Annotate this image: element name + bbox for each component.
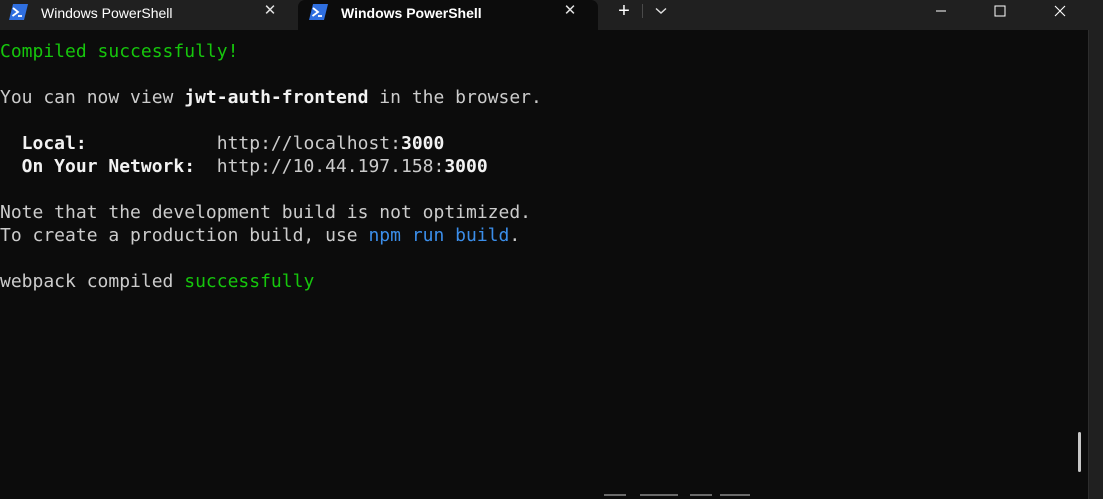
chevron-down-icon[interactable] (650, 2, 672, 20)
network-port: 3000 (444, 156, 488, 177)
webpack-status: successfully (184, 271, 315, 292)
network-url[interactable]: http://10.44.197.158: (217, 156, 445, 177)
text: webpack compiled (0, 271, 185, 292)
close-tab-icon[interactable]: ✕ (262, 2, 278, 20)
taskbar-edge (600, 492, 760, 499)
powershell-icon (309, 4, 328, 20)
dev-build-note: Note that the development build is not o… (0, 202, 532, 223)
tab-powershell-1[interactable]: Windows PowerShell ✕ (0, 0, 296, 30)
production-build-line: To create a production build, use npm ru… (0, 224, 520, 247)
tab-title: Windows PowerShell (341, 5, 482, 21)
build-command: npm run build (368, 225, 510, 246)
title-bar: Windows PowerShell ✕ Windows PowerShell … (0, 0, 1103, 30)
scrollbar-track[interactable] (1088, 30, 1103, 499)
terminal-output[interactable]: Compiled successfully! You can now view … (0, 30, 1088, 499)
text: To create a production build, use (0, 225, 369, 246)
local-url-line: Local: http://localhost:3000 (0, 132, 445, 155)
terminal-window: Windows PowerShell ✕ Windows PowerShell … (0, 0, 1103, 499)
tab-powershell-2[interactable]: Windows PowerShell ✕ (298, 0, 598, 30)
local-port: 3000 (400, 133, 445, 154)
powershell-icon (9, 4, 28, 20)
network-label: On Your Network: (0, 156, 217, 177)
close-icon[interactable] (1040, 0, 1080, 22)
local-url[interactable]: http://localhost: (217, 133, 401, 154)
tab-separator (642, 4, 643, 18)
maximize-icon[interactable] (980, 0, 1020, 22)
compiled-message: Compiled successfully! (0, 41, 239, 62)
text: You can now view (0, 87, 185, 108)
text: . (509, 225, 521, 246)
network-url-line: On Your Network: http://10.44.197.158:30… (0, 155, 488, 178)
minimize-icon[interactable] (921, 0, 961, 22)
close-tab-icon[interactable]: ✕ (562, 2, 578, 20)
scrollbar-thumb[interactable] (1078, 432, 1081, 472)
view-in-browser-line: You can now view jwt-auth-frontend in th… (0, 86, 542, 109)
plus-icon[interactable]: + (612, 1, 636, 21)
tab-title: Windows PowerShell (41, 5, 173, 21)
webpack-status-line: webpack compiled successfully (0, 270, 314, 293)
text: in the browser. (368, 87, 542, 108)
app-name: jwt-auth-frontend (184, 87, 369, 108)
local-label: Local: (0, 133, 217, 154)
